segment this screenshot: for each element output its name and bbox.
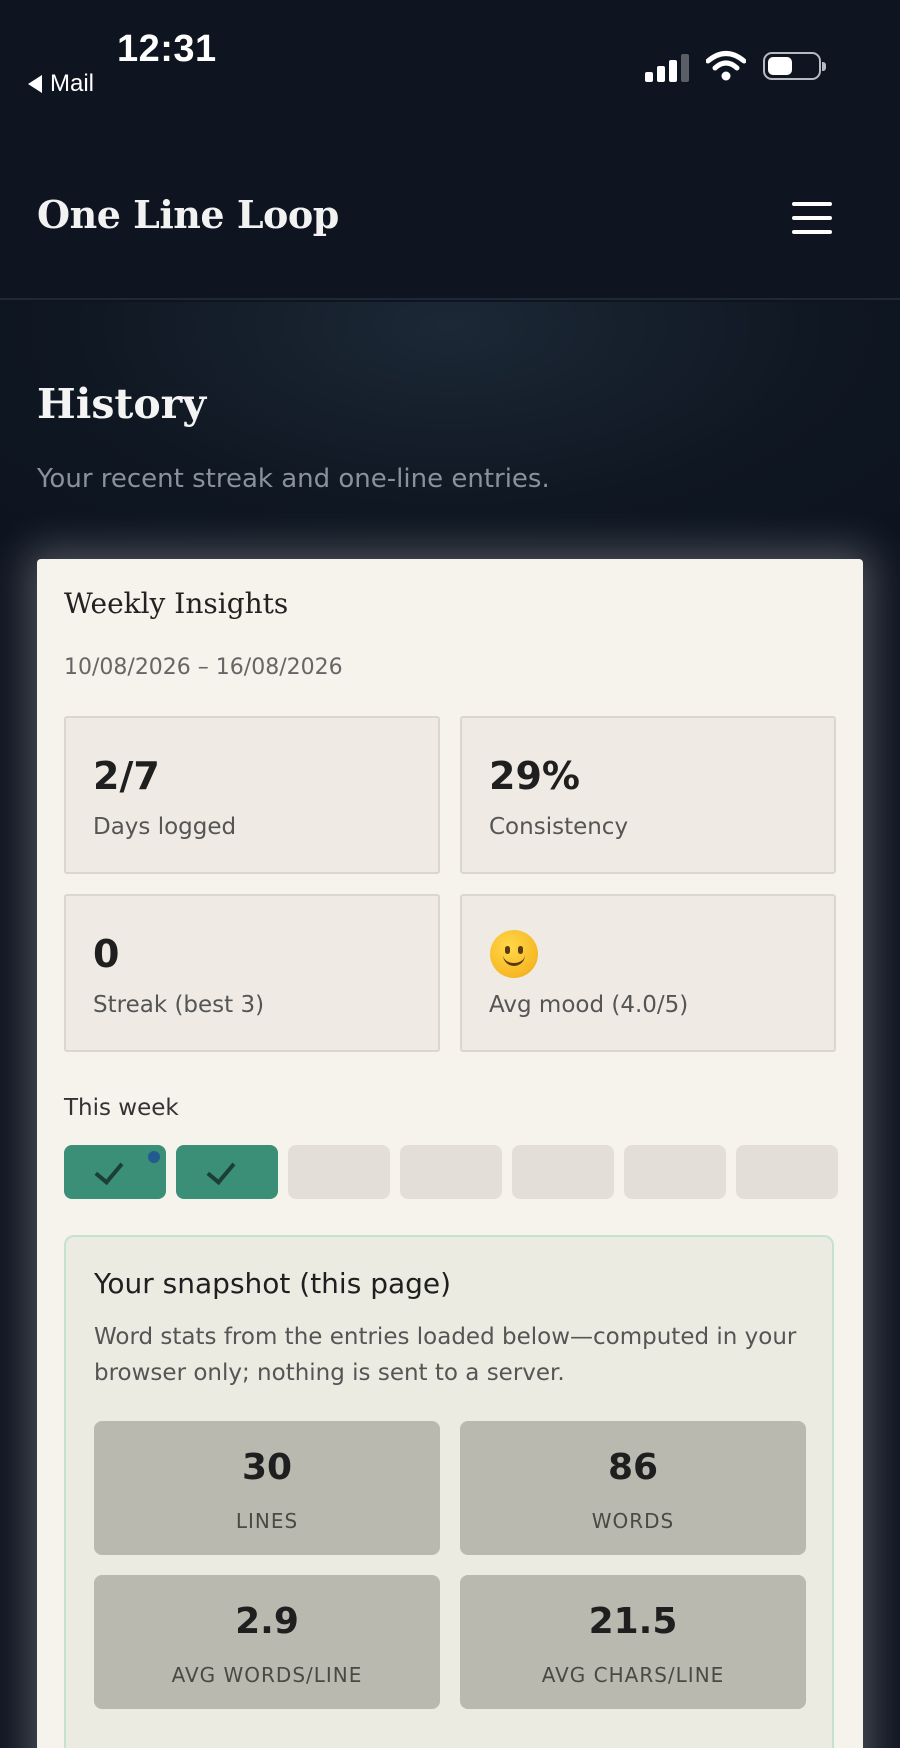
- check-icon: [94, 1154, 124, 1186]
- mini-stat-label: LINES: [235, 1509, 299, 1533]
- page-title: History: [37, 380, 207, 428]
- stat-label: Consistency: [489, 814, 629, 840]
- snapshot-panel: Your snapshot (this page) Word stats fro…: [64, 1235, 834, 1748]
- back-arrow-icon: [28, 75, 42, 93]
- insights-date-range: 10/08/2026 – 16/08/2026: [64, 655, 343, 680]
- mini-stat-value: 30: [241, 1447, 293, 1488]
- snapshot-description: Word stats from the entries loaded below…: [94, 1324, 797, 1386]
- status-time: 12:31: [117, 28, 217, 70]
- mini-stat-value: 21.5: [588, 1601, 678, 1642]
- stat-avg-mood: Avg mood (4.0/5): [460, 894, 836, 1052]
- week-day-6[interactable]: [624, 1145, 726, 1199]
- stat-value: 29%: [489, 754, 580, 798]
- app-header: One Line Loop: [0, 150, 900, 300]
- today-dot-icon: [148, 1151, 160, 1163]
- weekly-insights-card: Weekly Insights 10/08/2026 – 16/08/2026 …: [37, 559, 863, 1748]
- back-label: Mail: [50, 70, 95, 97]
- snapshot-stat-avg-chars: 21.5 AVG CHARS/LINE: [460, 1575, 806, 1709]
- battery-icon: [763, 52, 826, 80]
- snapshot-stat-lines: 30 LINES: [94, 1421, 440, 1555]
- stat-days-logged: 2/7 Days logged: [64, 716, 440, 874]
- week-day-1[interactable]: [64, 1145, 166, 1199]
- insights-title: Weekly Insights: [64, 587, 289, 620]
- check-icon: [206, 1154, 236, 1186]
- app-brand[interactable]: One Line Loop: [37, 192, 339, 237]
- stat-consistency: 29% Consistency: [460, 716, 836, 874]
- back-to-mail-button[interactable]: Mail: [28, 70, 94, 98]
- snapshot-stat-words: 86 WORDS: [460, 1421, 806, 1555]
- hamburger-menu-icon[interactable]: [792, 202, 832, 234]
- wifi-icon: [706, 51, 746, 81]
- page-hero: History Your recent streak and one-line …: [0, 302, 900, 542]
- mini-stat-label: AVG CHARS/LINE: [541, 1663, 725, 1687]
- slightly-smiling-face-icon: [490, 930, 538, 978]
- stat-label: Days logged: [93, 814, 237, 840]
- stat-label: Streak (best 3): [93, 992, 265, 1018]
- stat-value: 2/7: [93, 754, 160, 798]
- snapshot-title: Your snapshot (this page): [94, 1267, 452, 1300]
- snapshot-stat-avg-words: 2.9 AVG WORDS/LINE: [94, 1575, 440, 1709]
- week-label: This week: [64, 1095, 179, 1121]
- mini-stat-label: WORDS: [591, 1509, 675, 1533]
- week-day-5[interactable]: [512, 1145, 614, 1199]
- mini-stat-label: AVG WORDS/LINE: [171, 1663, 363, 1687]
- week-day-7[interactable]: [736, 1145, 838, 1199]
- mini-stat-value: 2.9: [235, 1601, 299, 1642]
- cellular-signal-icon: [645, 52, 689, 82]
- stat-value: 0: [93, 932, 120, 976]
- week-day-2[interactable]: [176, 1145, 278, 1199]
- stat-streak: 0 Streak (best 3): [64, 894, 440, 1052]
- week-day-4[interactable]: [400, 1145, 502, 1199]
- page-subtitle: Your recent streak and one-line entries.: [37, 464, 550, 494]
- week-day-3[interactable]: [288, 1145, 390, 1199]
- status-bar: 12:31 Mail: [0, 0, 900, 110]
- mini-stat-value: 86: [607, 1447, 659, 1488]
- week-day-row: [64, 1145, 838, 1199]
- stat-label: Avg mood (4.0/5): [489, 992, 689, 1018]
